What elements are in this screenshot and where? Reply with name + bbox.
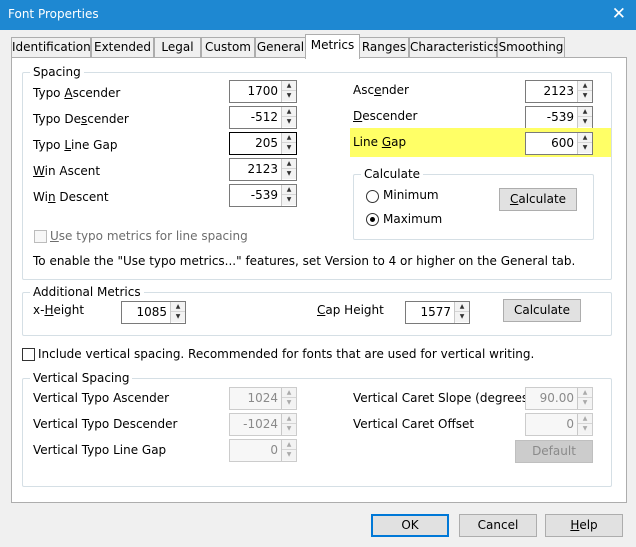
spin-down-icon[interactable]: ▼ bbox=[282, 450, 296, 460]
vertical-typo-ascender-stepper[interactable]: 1024 ▲ ▼ bbox=[229, 387, 297, 410]
additional-metrics-title: Additional Metrics bbox=[30, 285, 144, 299]
spin-up-icon[interactable]: ▲ bbox=[282, 388, 296, 398]
spin-up-icon[interactable]: ▲ bbox=[578, 388, 592, 398]
spin-up-icon[interactable]: ▲ bbox=[282, 440, 296, 450]
descender-stepper[interactable]: -539 ▲ ▼ bbox=[525, 106, 593, 129]
spin-up-icon[interactable]: ▲ bbox=[282, 133, 296, 143]
win-ascent-stepper[interactable]: 2123 ▲ ▼ bbox=[229, 158, 297, 181]
help-button[interactable]: Help bbox=[545, 514, 623, 537]
spin-up-icon[interactable]: ▲ bbox=[578, 107, 592, 117]
cap-height-stepper[interactable]: 1577 ▲ ▼ bbox=[405, 301, 470, 324]
spin-down-icon[interactable]: ▼ bbox=[282, 424, 296, 434]
tab-custom[interactable]: Custom bbox=[201, 37, 255, 58]
spin-up-icon[interactable]: ▲ bbox=[455, 302, 469, 312]
spin-up-icon[interactable]: ▲ bbox=[282, 81, 296, 91]
typo-descender-label: Typo Descender bbox=[33, 112, 129, 126]
spin-down-icon[interactable]: ▼ bbox=[578, 424, 592, 434]
vertical-caret-slope-label: Vertical Caret Slope (degrees) bbox=[353, 391, 533, 405]
title-bar: Font Properties ✕ bbox=[0, 0, 636, 30]
line-gap-stepper[interactable]: 600 ▲ ▼ bbox=[525, 132, 593, 155]
minimum-radio[interactable] bbox=[366, 190, 379, 203]
cancel-button[interactable]: Cancel bbox=[459, 514, 537, 537]
vertical-typo-ascender-label: Vertical Typo Ascender bbox=[33, 391, 170, 405]
win-descent-label: Win Descent bbox=[33, 190, 109, 204]
spin-down-icon[interactable]: ▼ bbox=[578, 117, 592, 127]
spin-up-icon[interactable]: ▲ bbox=[171, 302, 185, 312]
metrics-panel: Spacing Typo Ascender 1700 ▲ ▼ Typo Desce… bbox=[11, 57, 627, 503]
vertical-typo-line-gap-stepper[interactable]: 0 ▲ ▼ bbox=[229, 439, 297, 462]
spin-down-icon[interactable]: ▼ bbox=[455, 312, 469, 322]
tab-characteristics[interactable]: Characteristics bbox=[409, 37, 500, 58]
minimum-label[interactable]: Minimum bbox=[383, 188, 439, 202]
vertical-typo-descender-label: Vertical Typo Descender bbox=[33, 417, 178, 431]
typo-descender-stepper[interactable]: -512 ▲ ▼ bbox=[229, 106, 297, 129]
tab-extended[interactable]: Extended bbox=[91, 37, 154, 58]
version-note: To enable the "Use typo metrics..." feat… bbox=[33, 254, 576, 268]
use-typo-metrics-label: Use typo metrics for line spacing bbox=[50, 229, 248, 243]
vertical-caret-offset-stepper[interactable]: 0 ▲ ▼ bbox=[525, 413, 593, 436]
tab-metrics[interactable]: Metrics bbox=[305, 34, 360, 59]
ok-button[interactable]: OK bbox=[371, 514, 449, 537]
tab-strip: Identification Extended Legal Custom Gen… bbox=[0, 30, 636, 59]
spin-up-icon[interactable]: ▲ bbox=[578, 414, 592, 424]
tab-general[interactable]: General bbox=[255, 37, 306, 58]
spacing-group-title: Spacing bbox=[30, 65, 84, 79]
typo-ascender-stepper[interactable]: 1700 ▲ ▼ bbox=[229, 80, 297, 103]
maximum-radio[interactable] bbox=[366, 213, 379, 226]
cap-height-label: Cap Height bbox=[317, 303, 384, 317]
spin-down-icon[interactable]: ▼ bbox=[578, 91, 592, 101]
use-typo-metrics-checkbox[interactable] bbox=[34, 230, 47, 243]
spin-down-icon[interactable]: ▼ bbox=[282, 143, 296, 153]
vertical-typo-line-gap-label: Vertical Typo Line Gap bbox=[33, 443, 167, 457]
spin-up-icon[interactable]: ▲ bbox=[282, 185, 296, 195]
spin-up-icon[interactable]: ▲ bbox=[578, 81, 592, 91]
spin-up-icon[interactable]: ▲ bbox=[578, 133, 592, 143]
window-title: Font Properties bbox=[8, 7, 99, 21]
typo-line-gap-stepper[interactable]: 205 ▲ ▼ bbox=[229, 132, 297, 155]
spin-up-icon[interactable]: ▲ bbox=[282, 107, 296, 117]
tab-legal[interactable]: Legal bbox=[154, 37, 201, 58]
vertical-typo-descender-stepper[interactable]: -1024 ▲ ▼ bbox=[229, 413, 297, 436]
close-icon[interactable]: ✕ bbox=[612, 4, 626, 24]
calculate-spacing-button[interactable]: Calculate bbox=[499, 188, 577, 211]
ascender-label: Ascender bbox=[353, 83, 409, 97]
x-height-label: x-Height bbox=[33, 303, 85, 317]
spin-down-icon[interactable]: ▼ bbox=[578, 143, 592, 153]
spin-down-icon[interactable]: ▼ bbox=[282, 195, 296, 205]
spin-down-icon[interactable]: ▼ bbox=[282, 117, 296, 127]
spin-down-icon[interactable]: ▼ bbox=[282, 398, 296, 408]
calculate-metrics-button[interactable]: Calculate bbox=[503, 299, 581, 322]
vertical-spacing-title: Vertical Spacing bbox=[30, 371, 133, 385]
vertical-caret-slope-stepper[interactable]: 90.00 ▲ ▼ bbox=[525, 387, 593, 410]
maximum-label[interactable]: Maximum bbox=[383, 212, 442, 226]
spin-up-icon[interactable]: ▲ bbox=[282, 159, 296, 169]
spin-down-icon[interactable]: ▼ bbox=[171, 312, 185, 322]
tab-identification[interactable]: Identification bbox=[11, 37, 91, 58]
line-gap-label: Line Gap bbox=[353, 135, 407, 149]
win-ascent-label: Win Ascent bbox=[33, 164, 101, 178]
tab-smoothing[interactable]: Smoothing bbox=[497, 37, 565, 58]
tab-ranges[interactable]: Ranges bbox=[359, 37, 409, 58]
ascender-stepper[interactable]: 2123 ▲ ▼ bbox=[525, 80, 593, 103]
x-height-stepper[interactable]: 1085 ▲ ▼ bbox=[121, 301, 186, 324]
default-button[interactable]: Default bbox=[515, 440, 593, 463]
spin-down-icon[interactable]: ▼ bbox=[282, 91, 296, 101]
vertical-caret-offset-label: Vertical Caret Offset bbox=[353, 417, 475, 431]
spin-down-icon[interactable]: ▼ bbox=[282, 169, 296, 179]
spin-down-icon[interactable]: ▼ bbox=[578, 398, 592, 408]
typo-ascender-label: Typo Ascender bbox=[33, 86, 121, 100]
include-vertical-checkbox[interactable] bbox=[22, 348, 35, 361]
calculate-group-title: Calculate bbox=[361, 167, 424, 181]
descender-label: Descender bbox=[353, 109, 418, 123]
win-descent-stepper[interactable]: -539 ▲ ▼ bbox=[229, 184, 297, 207]
typo-line-gap-label: Typo Line Gap bbox=[33, 138, 118, 152]
spin-up-icon[interactable]: ▲ bbox=[282, 414, 296, 424]
include-vertical-label[interactable]: Include vertical spacing. Recommended fo… bbox=[38, 347, 534, 361]
